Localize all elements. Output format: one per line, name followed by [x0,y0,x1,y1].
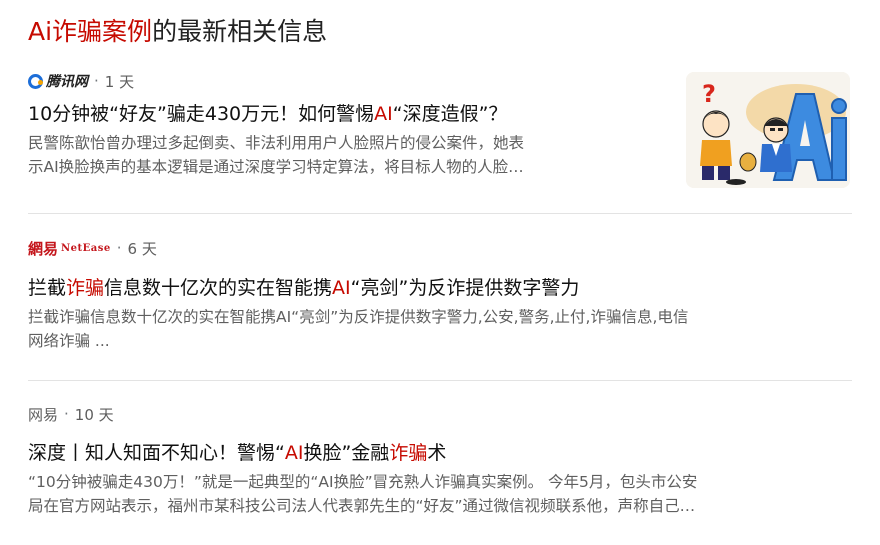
heading-query-highlight: Ai诈骗案例 [28,17,153,46]
title-segment: “深度造假”？ [392,103,508,125]
title-segment: 信息数十亿次的实在智能携 [104,277,333,299]
title-segment: 深度丨知人知面不知心！警惕“ [28,442,285,464]
tencent-logo: 腾讯网 [28,71,88,91]
netease-logo: 網易 NetEase [28,238,111,259]
result-time: 1 天 [104,72,135,91]
ai-fraud-cartoon-image: ? [686,72,850,188]
title-segment: 换脸”金融 [303,442,390,464]
heading-rest: 的最新相关信息 [152,17,328,46]
result-snippet: “10分钟被骗走430万！”就是一起典型的“AI换脸”冒充熟人诈骗真实案例。 今… [28,470,852,518]
snippet-line: “10分钟被骗走430万！”就是一起典型的“AI换脸”冒充熟人诈骗真实案例。 今… [28,473,698,491]
source-name-en: NetEase [61,242,111,254]
result-snippet: 拦截诈骗信息数十亿次的实在智能携AI“亮剑”为反诈提供数字警力,公安,警务,止付… [28,305,852,353]
snippet-line: 示AI换脸换声的基本逻辑是通过深度学习特定算法，将目标人物的人脸… [28,158,524,176]
svg-text:?: ? [702,80,716,108]
snippet-line: 网络诈骗 ... [28,332,110,350]
title-highlight: 诈骗 [66,277,105,299]
news-result-3[interactable]: 网易 · 10 天 深度丨知人知面不知心！警惕“AI换脸”金融诈骗术 “10分钟… [28,403,852,518]
snippet-line: 民警陈歆怡曾办理过多起倒卖、非法利用用户人脸照片的侵公案件，她表 [28,134,525,152]
result-source-line: 網易 NetEase · 6 天 [28,237,852,259]
title-highlight: 诈骗 [389,442,428,464]
title-segment: “亮剑”为反诈提供数字警力 [350,277,580,299]
source-name: 網易 [28,239,59,258]
snippet-line: 拦截诈骗信息数十亿次的实在智能携AI“亮剑”为反诈提供数字警力,公安,警务,止付… [28,308,689,326]
separator-dot: · [116,239,122,257]
result-title-link[interactable]: 拦截诈骗信息数十亿次的实在智能携AI“亮剑”为反诈提供数字警力 [28,274,852,302]
title-segment: 10分钟被“好友”骗走430万元！如何警惕 [28,103,375,125]
source-name: 腾讯网 [46,74,88,90]
title-segment: 拦截 [28,277,67,299]
tencent-logo-icon [28,73,43,89]
news-result-2[interactable]: 網易 NetEase · 6 天 拦截诈骗信息数十亿次的实在智能携AI“亮剑”为… [28,237,852,353]
separator-dot: · [64,405,69,423]
result-time: 6 天 [127,239,157,258]
result-divider [28,213,852,214]
snippet-line: 局在官方网站表示，福州市某科技公司法人代表郭先生的“好友”通过微信视频联系他，声… [28,497,696,515]
result-source-line: 腾讯网 · 1 天 [28,70,668,92]
result-time: 10 天 [74,405,114,424]
result-snippet: 民警陈歆怡曾办理过多起倒卖、非法利用用户人脸照片的侵公案件，她表 示AI换脸换声… [28,131,668,179]
result-thumbnail[interactable]: ? [686,72,850,188]
result-divider [28,380,852,381]
results-heading: Ai诈骗案例的最新相关信息 [28,14,327,50]
result-title-link[interactable]: 深度丨知人知面不知心！警惕“AI换脸”金融诈骗术 [28,439,852,467]
title-highlight: AI [284,442,304,464]
result-title-link[interactable]: 10分钟被“好友”骗走430万元！如何警惕AI“深度造假”？ [28,100,668,128]
separator-dot: · [94,72,99,90]
title-highlight: AI [374,103,393,125]
news-result-1[interactable]: 腾讯网 · 1 天 10分钟被“好友”骗走430万元！如何警惕AI“深度造假”？… [28,70,668,179]
result-source-line: 网易 · 10 天 [28,403,852,425]
title-highlight: AI [332,277,351,299]
title-segment: 术 [427,442,447,464]
source-name: 网易 [28,405,59,424]
